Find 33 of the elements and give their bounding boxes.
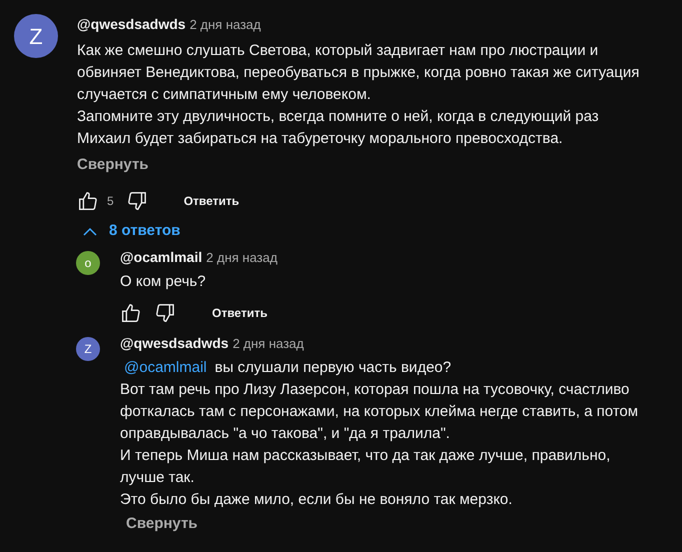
thumbs-down-icon[interactable] (154, 302, 176, 324)
replies-toggle[interactable]: 8 ответов (77, 220, 180, 242)
timestamp[interactable]: 2 дня назад (206, 248, 278, 267)
reply-button[interactable]: Ответить (200, 300, 280, 326)
author-name[interactable]: @qwesdsadwds (120, 332, 229, 354)
comment-text: фоткалась там с персонажами, на которых клейма негде ставить, а потом (120, 402, 638, 422)
comment-text: Михаил будет забираться на табуреточку морального превосходства. (77, 129, 564, 149)
author-name[interactable]: @qwesdsadwds (77, 14, 186, 35)
avatar[interactable]: Z (14, 14, 58, 58)
comment-text: Как же смешно слушать Светова, который задвигает нам про люстрации и (77, 41, 600, 61)
comment-text: Это было бы даже мило, если бы не воняло так мерзко. (120, 490, 514, 510)
collapse-link[interactable]: Свернуть (126, 512, 198, 535)
mention-link[interactable]: @ocamlmail (124, 356, 207, 379)
chevron-up-icon (83, 226, 97, 236)
comment-text: обвиняет Венедиктова, переобуваться в прыжке, когда ровно такая же ситуация (77, 63, 640, 83)
comment-text: И теперь Миша нам рассказывает, что да так даже лучше, правильно, (120, 446, 612, 466)
comment-text: оправдывалась "а чо такова", и "да я тралила". (120, 424, 451, 444)
comment-text: вы слушали первую часть видео? (214, 358, 452, 378)
timestamp[interactable]: 2 дня назад (190, 15, 261, 34)
collapse-link[interactable]: Свернуть (77, 154, 149, 176)
thumbs-up-icon[interactable] (77, 190, 99, 212)
comment-text: Запомните эту двуличность, всегда помните о ней, когда в следующий раз (77, 107, 600, 127)
timestamp[interactable]: 2 дня назад (232, 334, 304, 353)
comment-text: лучше так. (120, 468, 196, 488)
author-name[interactable]: @ocamlmail (120, 246, 202, 268)
like-count: 5 (107, 192, 114, 210)
comment-text: случается с симпатичным ему человеком. (77, 85, 372, 105)
thumbs-up-icon[interactable] (120, 302, 142, 324)
comment-text: О ком речь? (120, 272, 207, 292)
avatar[interactable]: Z (76, 336, 100, 360)
comment-text: Вот там речь про Лизу Лазерсон, которая пошла на тусовочку, счастливо (120, 380, 630, 400)
thumbs-down-icon[interactable] (126, 190, 148, 212)
reply-button[interactable]: Ответить (172, 188, 252, 214)
